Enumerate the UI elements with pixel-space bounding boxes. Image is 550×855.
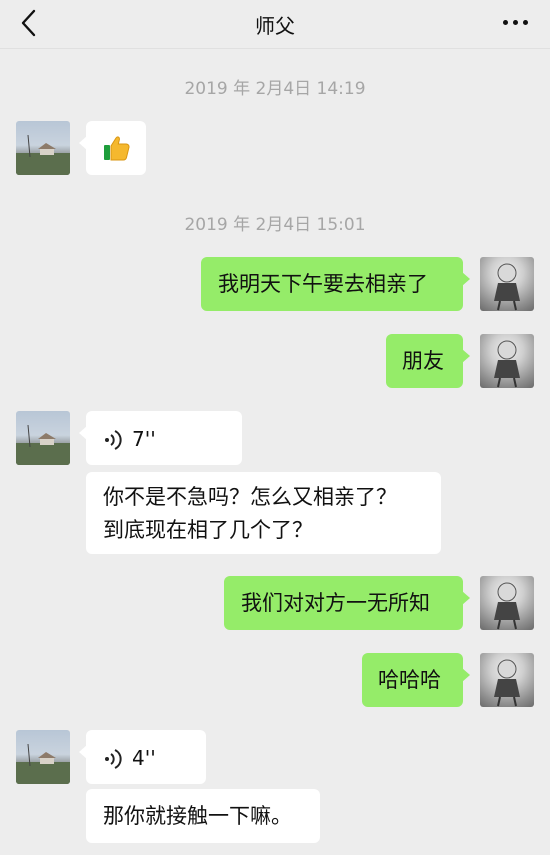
voice-duration: 7'' xyxy=(132,427,156,451)
message-text-line: 到底现在相了几个了？ xyxy=(103,518,313,542)
landscape-photo-icon xyxy=(16,134,70,175)
voice-message-bubble[interactable]: 7'' xyxy=(79,411,242,465)
self-avatar[interactable] xyxy=(480,576,534,630)
timestamp: 2019 年 2月4日 14:19 xyxy=(184,79,366,99)
self-avatar[interactable] xyxy=(480,257,534,311)
voice-wave-icon xyxy=(105,749,122,769)
message-text-line: 你不是不急吗？怎么又相亲了？ xyxy=(103,485,397,509)
self-avatar[interactable] xyxy=(480,334,534,388)
voice-duration: 4'' xyxy=(132,746,156,770)
friend-avatar[interactable] xyxy=(16,730,70,784)
message-bubble[interactable]: 朋友 xyxy=(386,334,470,388)
voice-wave-icon xyxy=(105,430,122,450)
message-bubble[interactable]: 那你就接触一下嘛。 xyxy=(86,789,320,843)
message-text: 哈哈哈 xyxy=(378,668,441,692)
message-text: 朋友 xyxy=(402,349,444,373)
nav-bar: 师父 xyxy=(0,0,550,49)
message-bubble[interactable]: 我明天下午要去相亲了 xyxy=(201,257,470,311)
message-text: 那你就接触一下嘛。 xyxy=(103,804,292,828)
child-photo-icon xyxy=(494,263,520,311)
landscape-photo-icon xyxy=(16,424,70,465)
chat-title: 师父 xyxy=(255,14,295,38)
child-photo-icon xyxy=(494,340,520,388)
timestamp: 2019 年 2月4日 15:01 xyxy=(184,215,366,235)
self-avatar[interactable] xyxy=(480,653,534,707)
child-photo-icon xyxy=(494,659,520,707)
message-text: 我明天下午要去相亲了 xyxy=(218,272,428,296)
message-bubble[interactable] xyxy=(79,121,146,175)
message-bubble[interactable]: 哈哈哈 xyxy=(362,653,470,707)
more-dots-icon[interactable] xyxy=(503,20,528,25)
friend-avatar[interactable] xyxy=(16,411,70,465)
landscape-photo-icon xyxy=(16,743,70,784)
message-bubble[interactable]: 我们对对方一无所知 xyxy=(224,576,470,630)
thumbs-up-icon xyxy=(104,136,130,161)
voice-message-bubble[interactable]: 4'' xyxy=(79,730,206,784)
message-bubble[interactable]: 你不是不急吗？怎么又相亲了？ 到底现在相了几个了？ xyxy=(86,472,441,554)
child-photo-icon xyxy=(494,582,520,630)
friend-avatar[interactable] xyxy=(16,121,70,175)
message-text: 我们对对方一无所知 xyxy=(241,591,430,615)
